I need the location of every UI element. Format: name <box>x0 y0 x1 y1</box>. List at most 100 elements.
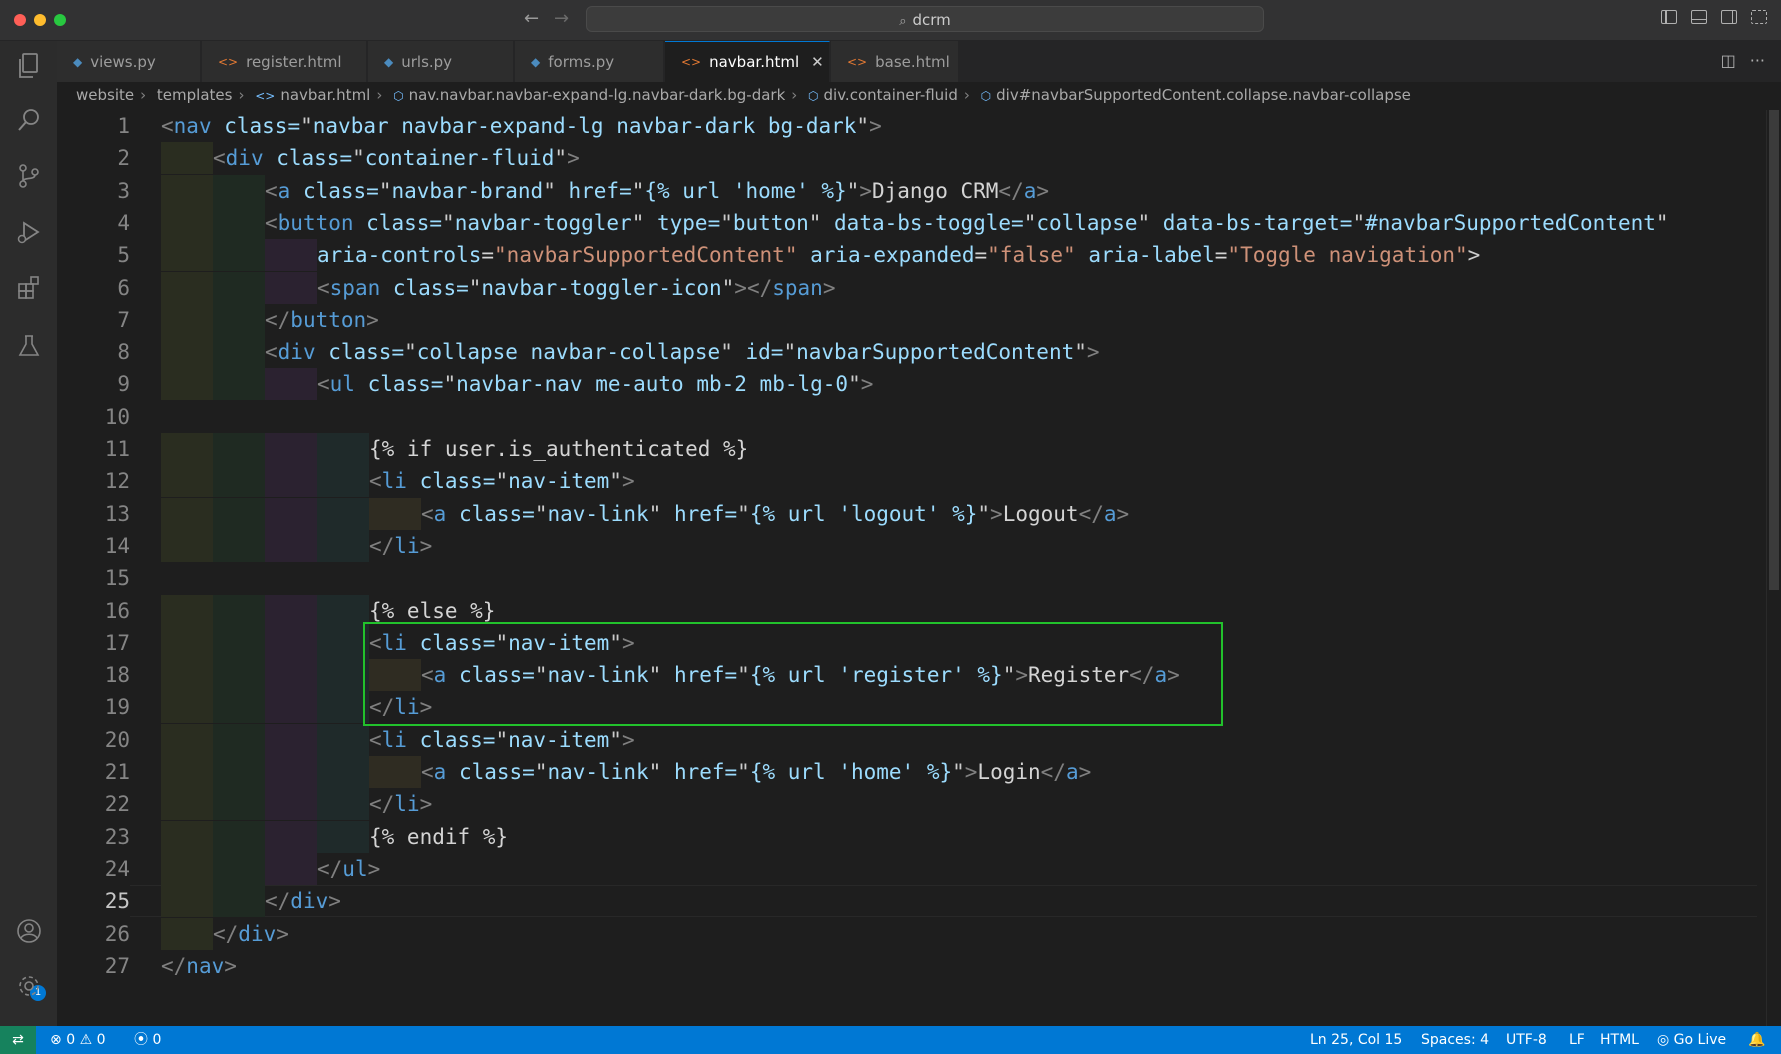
indent-guide <box>161 626 213 659</box>
forward-arrow-icon[interactable]: → <box>554 8 569 29</box>
line-number: 8 <box>117 340 130 365</box>
code-line[interactable]: 6 <span class="navbar-toggler-icon"></spa… <box>57 271 1757 304</box>
problems-indicator[interactable]: ⊗ 0 ⚠ 0 <box>50 1026 106 1054</box>
indent-guide <box>161 239 213 272</box>
code-line[interactable]: 10 <box>57 401 1757 433</box>
run-debug-icon[interactable] <box>14 217 44 247</box>
code-line[interactable]: 22 </li> <box>57 788 1757 821</box>
more-actions-icon[interactable]: ··· <box>1750 51 1765 70</box>
ports-indicator[interactable]: ⦿ 0 <box>134 1026 161 1054</box>
indent-guide <box>213 433 265 465</box>
code-line[interactable]: 13 <a class="nav-link" href="{% url 'logo… <box>57 497 1757 530</box>
cursor-position[interactable]: Ln 25, Col 15 <box>1310 1026 1402 1054</box>
code-line[interactable]: 11 {% if user.is_authenticated %} <box>57 433 1757 465</box>
source-control-icon[interactable] <box>14 161 44 191</box>
explorer-icon[interactable] <box>14 51 44 81</box>
close-tab-icon[interactable]: ✕ <box>811 53 824 71</box>
code-line[interactable]: 2 <div class="container-fluid"> <box>57 142 1757 175</box>
indent-guide <box>161 368 213 401</box>
code-editor[interactable]: 1 <nav class="navbar navbar-expand-lg nav… <box>57 110 1757 1028</box>
code-line[interactable]: 23 {% endif %} <box>57 820 1757 853</box>
indentation[interactable]: Spaces: 4 <box>1421 1026 1489 1054</box>
breadcrumb-item[interactable]: templates <box>157 86 233 104</box>
indent-guide <box>161 465 213 498</box>
code-line[interactable]: 1 <nav class="navbar navbar-expand-lg nav… <box>57 110 1757 142</box>
indent-guide <box>213 497 265 530</box>
code-line[interactable]: 25 </div> <box>57 885 1757 918</box>
go-live-button[interactable]: ◎ Go Live <box>1657 1026 1726 1054</box>
testing-flask-icon[interactable] <box>14 331 44 361</box>
code-line[interactable]: 9 <ul class="navbar-nav me-auto mb-2 mb-l… <box>57 368 1757 401</box>
indent-guide <box>161 529 213 562</box>
notifications-bell-icon[interactable]: 🔔 <box>1748 1026 1765 1054</box>
code-text: </li> <box>369 792 433 817</box>
breadcrumb-item[interactable]: navbar.html <box>280 86 370 104</box>
breadcrumb-item[interactable]: nav.navbar.navbar-expand-lg.navbar-dark.… <box>409 86 786 104</box>
customize-layout-icon[interactable] <box>1751 10 1767 24</box>
back-arrow-icon[interactable]: ← <box>524 8 539 29</box>
indent-guide <box>213 852 265 885</box>
code-text: aria-controls="navbarSupportedContent" a… <box>317 243 1481 268</box>
tab-register-html[interactable]: <> register.html <box>202 41 367 82</box>
code-line[interactable]: 8 <div class="collapse navbar-collapse" i… <box>57 336 1757 369</box>
symbol-element-icon: ⬡ <box>393 89 404 103</box>
code-line[interactable]: 15 <box>57 562 1757 594</box>
settings-gear-icon[interactable] <box>14 971 44 1001</box>
code-line[interactable]: 20 <li class="nav-item"> <box>57 723 1757 756</box>
toggle-primary-sidebar-icon[interactable] <box>1661 10 1677 24</box>
tab-base-html[interactable]: <> base.html <box>831 41 959 82</box>
code-line[interactable]: 4 <button class="navbar-toggler" type="bu… <box>57 206 1757 239</box>
maximize-window-button[interactable] <box>54 14 66 26</box>
toggle-panel-icon[interactable] <box>1691 10 1707 24</box>
code-text: <li class="nav-item"> <box>369 469 635 494</box>
indent-guide <box>213 529 265 562</box>
indent-guide <box>213 239 265 272</box>
indent-guide <box>369 497 421 530</box>
code-line[interactable]: 26 </div> <box>57 917 1757 950</box>
indent-guide <box>213 336 265 369</box>
tab-views-py[interactable]: ◆ views.py <box>57 41 201 82</box>
code-line[interactable]: 12 <li class="nav-item"> <box>57 465 1757 498</box>
editor-scrollbar[interactable] <box>1766 110 1781 1028</box>
code-line[interactable]: 14 </li> <box>57 529 1757 562</box>
encoding[interactable]: UTF-8 <box>1506 1026 1547 1054</box>
indent-guide <box>213 659 265 692</box>
end-of-line[interactable]: LF <box>1569 1026 1585 1054</box>
indent-guide <box>161 433 213 465</box>
accounts-icon[interactable] <box>14 916 44 946</box>
scrollbar-thumb[interactable] <box>1769 110 1779 590</box>
code-line[interactable]: 3 <a class="navbar-brand" href="{% url 'h… <box>57 174 1757 207</box>
indent-guide <box>265 239 317 272</box>
code-line[interactable]: 27 </nav> <box>57 950 1757 982</box>
code-line[interactable]: 21 <a class="nav-link" href="{% url 'home… <box>57 756 1757 788</box>
command-center-search[interactable]: ⌕ dcrm <box>586 6 1264 32</box>
tab-urls-py[interactable]: ◆ urls.py <box>368 41 514 82</box>
tab-navbar-html[interactable]: <> navbar.html ✕ <box>665 41 830 82</box>
indent-guide <box>161 659 213 692</box>
close-window-button[interactable] <box>14 14 26 26</box>
breadcrumb-item[interactable]: div.container-fluid <box>824 86 958 104</box>
tab-forms-py[interactable]: ◆ forms.py <box>515 41 664 82</box>
line-number: 6 <box>117 275 130 300</box>
code-text: <span class="navbar-toggler-icon"></span… <box>317 275 836 300</box>
indent-guide <box>265 788 317 821</box>
toggle-secondary-sidebar-icon[interactable] <box>1721 10 1737 24</box>
breadcrumb-item[interactable]: div#navbarSupportedContent.collapse.navb… <box>996 86 1411 104</box>
code-line[interactable]: 5 aria-controls="navbarSupportedContent" … <box>57 239 1757 272</box>
language-mode[interactable]: HTML <box>1600 1026 1639 1054</box>
split-editor-icon[interactable]: ◫ <box>1721 51 1736 70</box>
indent-guide <box>317 529 369 562</box>
breadcrumb-item[interactable]: website <box>76 86 134 104</box>
search-view-icon[interactable] <box>14 105 44 135</box>
minimize-window-button[interactable] <box>34 14 46 26</box>
indent-guide <box>317 820 369 853</box>
indent-guide <box>317 788 369 821</box>
extensions-icon[interactable] <box>14 273 44 303</box>
indent-guide <box>213 723 265 756</box>
code-line[interactable]: 24 </ul> <box>57 852 1757 885</box>
code-line[interactable]: 7 </button> <box>57 303 1757 336</box>
line-number: 4 <box>117 210 130 235</box>
line-number: 12 <box>104 469 130 494</box>
indent-guide <box>161 756 213 788</box>
remote-indicator-icon[interactable]: ⇄ <box>0 1026 36 1054</box>
